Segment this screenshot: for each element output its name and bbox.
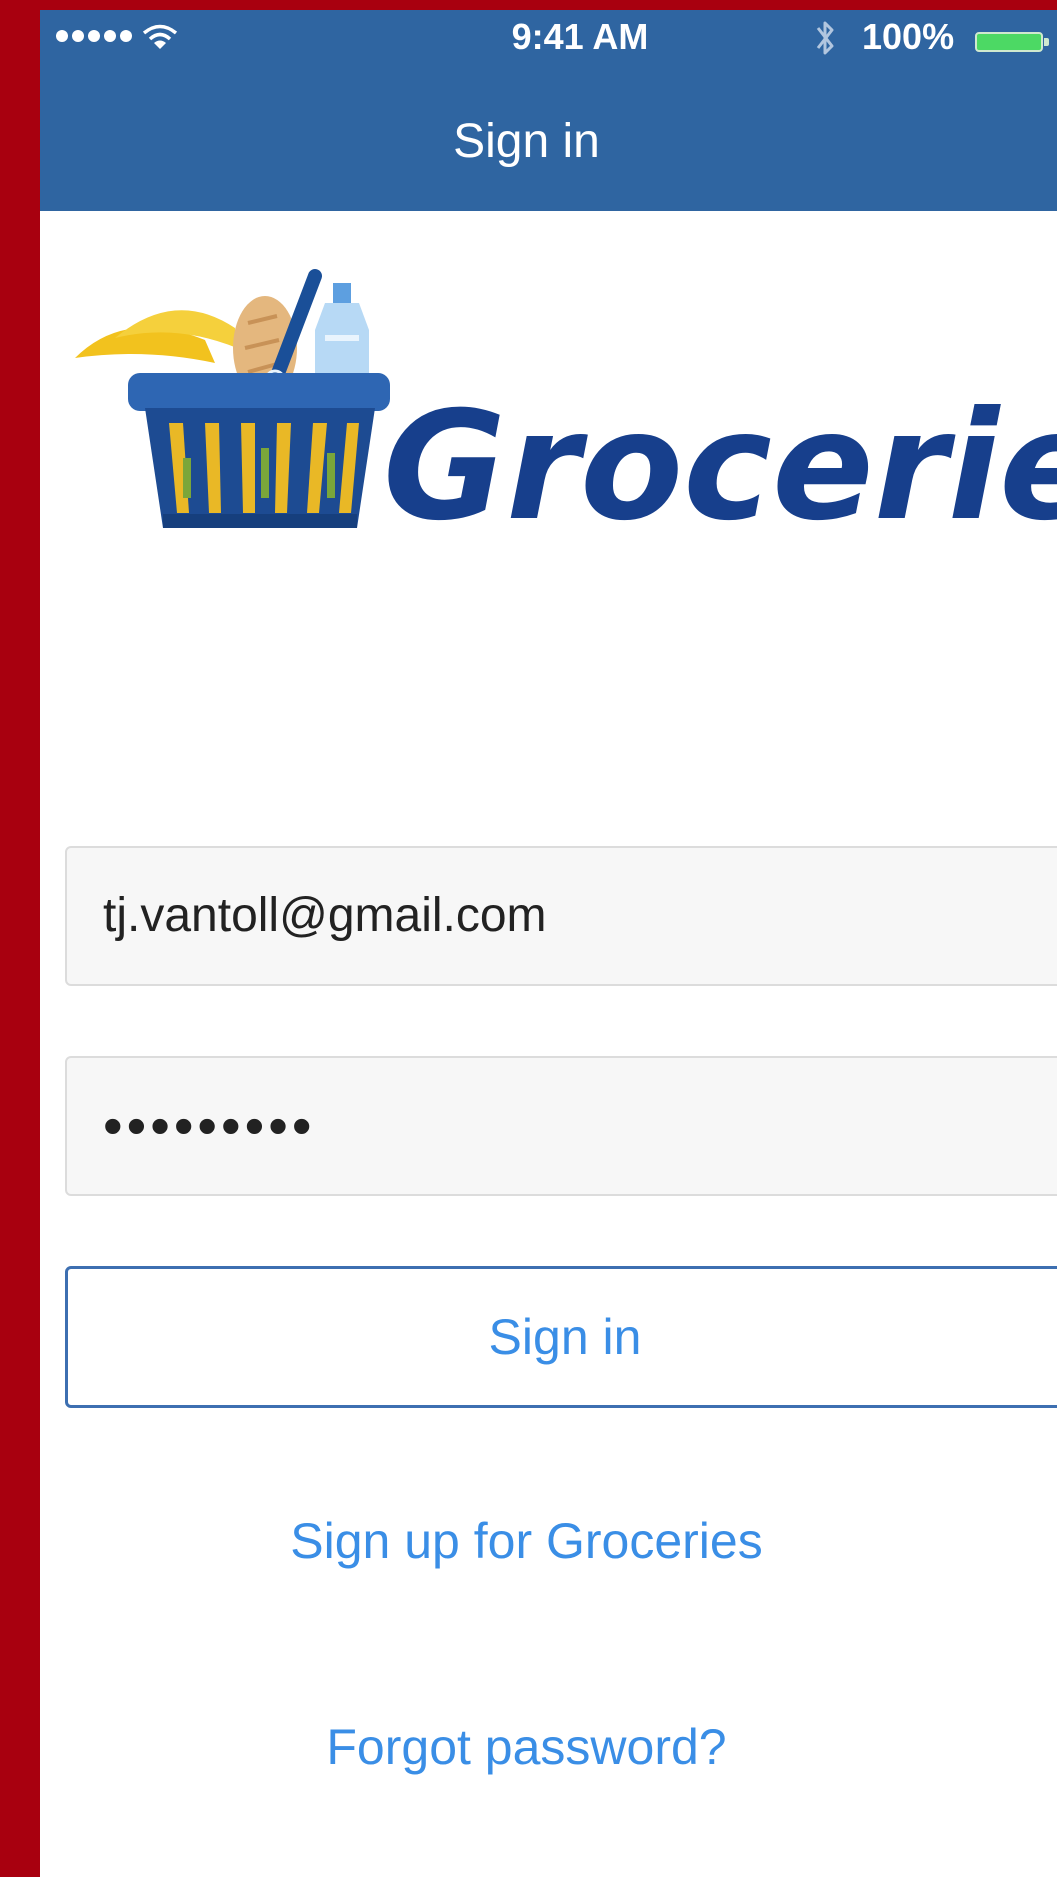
status-bar: 9:41 AM 100% <box>40 10 1057 70</box>
device-frame-top <box>0 0 1057 10</box>
sign-in-button[interactable]: Sign in <box>65 1266 1057 1408</box>
signal-strength-icon <box>56 30 132 42</box>
groceries-logo: Groceries <box>75 269 1057 554</box>
password-field[interactable]: ••••••••• <box>65 1056 1057 1196</box>
status-time: 9:41 AM <box>511 16 649 57</box>
wifi-icon <box>142 24 178 49</box>
sign-up-link[interactable]: Sign up for Groceries <box>40 1512 1035 1570</box>
battery-icon <box>975 32 1043 52</box>
email-field[interactable]: tj.vantoll@gmail.com <box>65 846 1057 986</box>
app-screen: 9:41 AM 100% Sign in Groceri tj.vantoll@… <box>40 10 1057 1877</box>
device-frame-left <box>0 0 40 1877</box>
navigation-bar: 9:41 AM 100% Sign in <box>40 10 1057 211</box>
battery-tip <box>1044 38 1049 46</box>
bluetooth-icon <box>816 21 834 55</box>
logo-wordmark: Groceries <box>383 380 1057 554</box>
battery-percentage: 100% <box>862 16 955 57</box>
forgot-password-link[interactable]: Forgot password? <box>40 1718 1035 1776</box>
page-title: Sign in <box>453 115 600 168</box>
